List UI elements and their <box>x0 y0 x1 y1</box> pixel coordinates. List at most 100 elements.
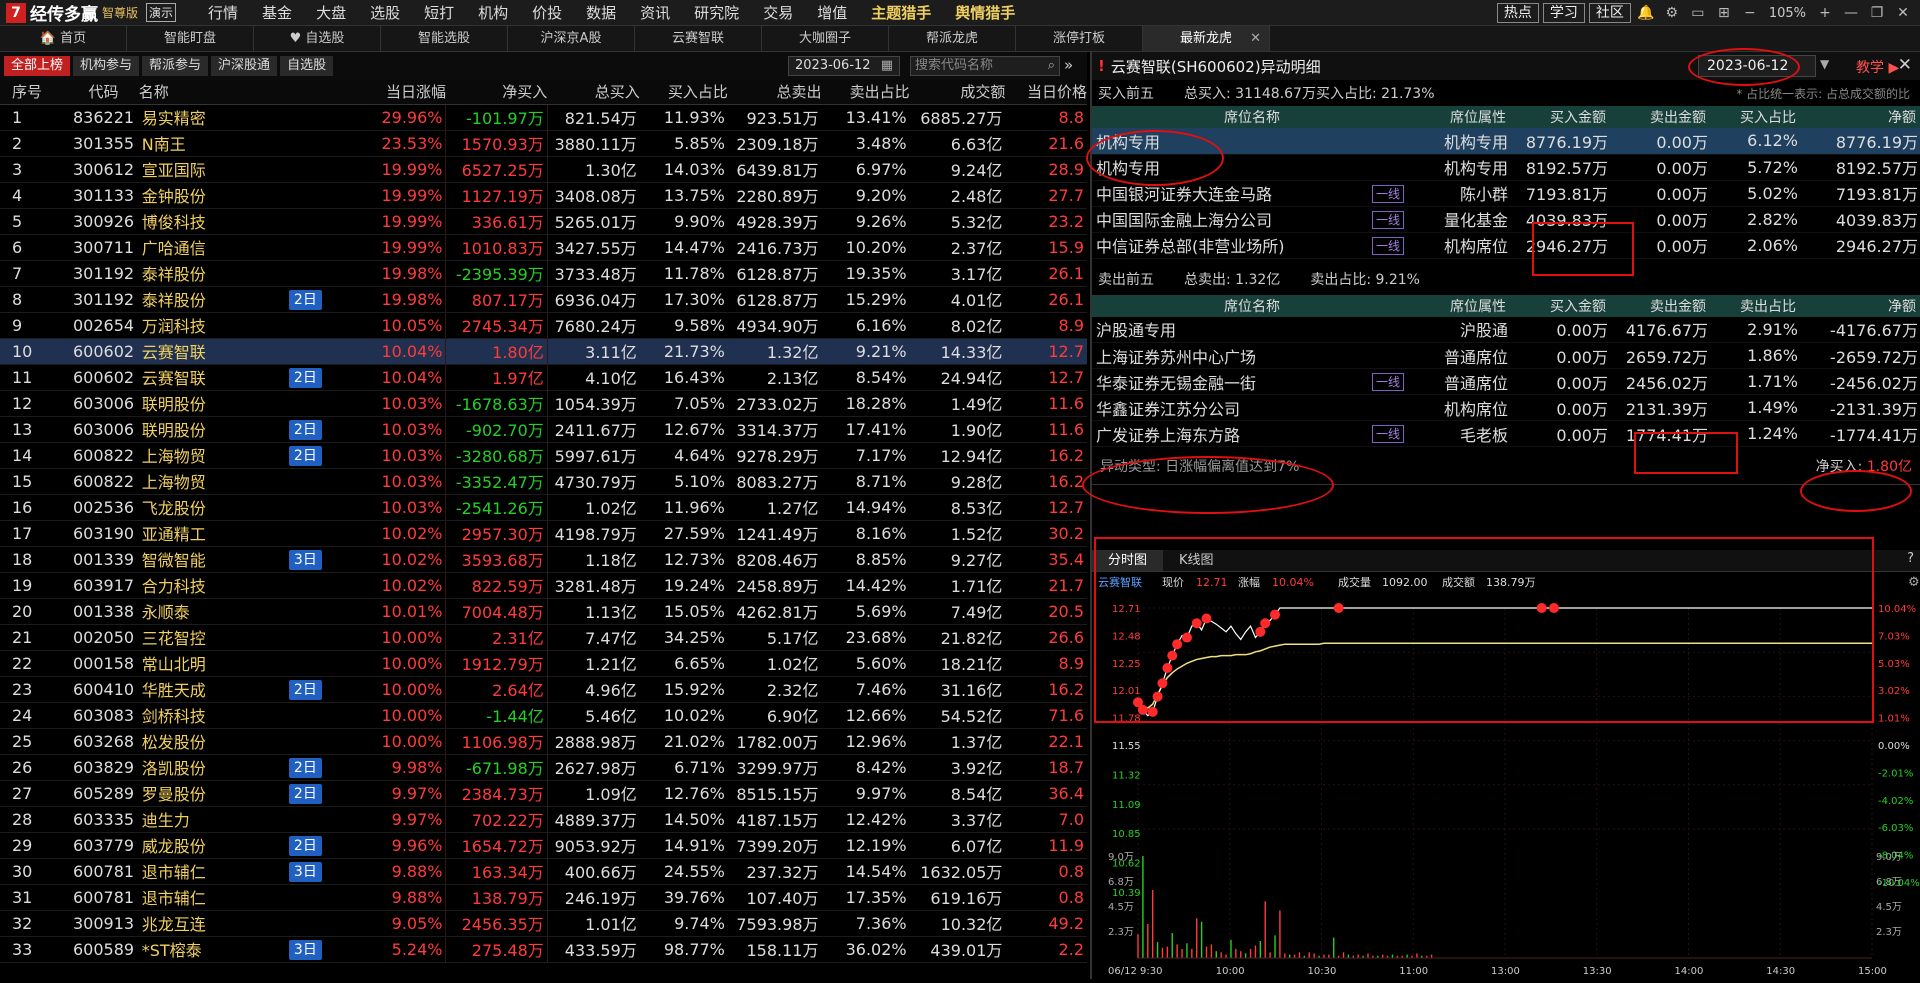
tab-kline[interactable]: K线图 <box>1163 550 1230 571</box>
filter-tab-0[interactable]: 全部上榜 <box>4 56 71 76</box>
minus-icon[interactable]: − <box>1739 5 1761 21</box>
list-search-input[interactable]: 搜索代码名称 ⌕ <box>910 56 1060 76</box>
close-icon[interactable]: ✕ <box>1250 26 1261 52</box>
seat-name[interactable]: 沪股通专用 <box>1092 316 1412 343</box>
menu-item-10[interactable]: 交易 <box>751 2 805 23</box>
stock-name[interactable]: *ST榕泰 <box>138 936 282 963</box>
stock-name[interactable]: 云赛智联 <box>138 364 282 391</box>
gear-icon[interactable]: ⚙ <box>1661 5 1683 21</box>
stock-name[interactable]: 智微智能 <box>138 546 282 573</box>
column-header[interactable]: 当日涨幅 <box>352 80 446 105</box>
table-row[interactable]: 24 603083 剑桥科技 10.00% -1.44亿 5.46亿 10.02% 6.90亿… <box>0 702 1087 729</box>
table-row[interactable]: 25 603268 松发股份 10.00% 1106.98万 2888.98万 21.02%… <box>0 728 1087 755</box>
column-header[interactable]: 当日价格 <box>1005 80 1087 105</box>
menu-item-2[interactable]: 大盘 <box>304 2 358 23</box>
stock-name[interactable]: 上海物贸 <box>138 442 282 469</box>
app-logo[interactable]: 7 经传多赢 智尊版 演示 <box>0 0 182 26</box>
calendar-icon[interactable]: ▦ <box>881 57 893 75</box>
table-row[interactable]: 19 603917 合力科技 10.02% 822.59万 3281.48万 19.24% 2… <box>0 572 1087 599</box>
hotspot-button[interactable]: 热点 <box>1496 3 1539 23</box>
close-icon[interactable]: ✕ <box>1898 55 1912 75</box>
stock-name[interactable]: 金钟股份 <box>138 182 282 209</box>
stock-name[interactable]: 兆龙互连 <box>138 910 282 937</box>
table-row[interactable]: 32 300913 兆龙互连 9.05% 2456.35万 1.01亿 9.74% 7593.… <box>0 910 1087 937</box>
stock-name[interactable]: 松发股份 <box>138 728 282 755</box>
detail-date-picker[interactable]: 2023-06-12 <box>1698 55 1816 77</box>
table-row[interactable]: 28 603335 迪生力 9.97% 702.22万 4889.37万 14.50% 418… <box>0 806 1087 833</box>
stock-name[interactable]: 联明股份 <box>138 416 282 443</box>
stock-name[interactable]: N南王 <box>138 130 282 157</box>
table-row[interactable]: 4 301133 金钟股份 19.99% 1127.19万 3408.08万 13.75% 2… <box>0 182 1087 209</box>
column-header[interactable]: 总卖出 <box>727 80 822 105</box>
stock-name[interactable]: 泰祥股份 <box>138 260 282 287</box>
days-badge[interactable]: 3日 <box>288 939 322 960</box>
seat-name[interactable]: 上海证券苏州中心广场 <box>1092 342 1412 369</box>
tab-9[interactable]: 最新龙虎 ✕ <box>1143 26 1270 51</box>
seat-name[interactable]: 中国国际金融上海分公司 一线 <box>1092 206 1412 233</box>
stock-name[interactable]: 飞龙股份 <box>138 494 282 521</box>
days-badge[interactable]: 2日 <box>288 757 322 778</box>
seat-name[interactable]: 华泰证券无锡金融一街 一线 <box>1092 368 1412 395</box>
menu-item-6[interactable]: 价投 <box>520 2 574 23</box>
stock-name[interactable]: 博俊科技 <box>138 208 282 235</box>
plus-icon[interactable]: + <box>1814 5 1836 21</box>
restore-icon[interactable]: ❐ <box>1866 5 1888 21</box>
seat-name[interactable]: 广发证券上海东方路 一线 <box>1092 420 1412 447</box>
teach-link[interactable]: 教学 ▶ <box>1856 57 1899 77</box>
table-row[interactable]: 20 001338 永顺泰 10.01% 7004.48万 1.13亿 15.05% 4262… <box>0 598 1087 625</box>
grid-icon[interactable]: ⊞ <box>1713 5 1735 21</box>
menu-item-5[interactable]: 机构 <box>466 2 520 23</box>
filter-tab-4[interactable]: 自选股 <box>280 56 334 76</box>
table-row[interactable]: 7 301192 泰祥股份 19.98% -2395.39万 3733.48万 11.78%… <box>0 260 1087 287</box>
days-badge[interactable]: 2日 <box>288 679 322 700</box>
seat-row[interactable]: 广发证券上海东方路 一线 毛老板 0.00万 1774.41万 1.24% -1774.41… <box>1092 420 1920 447</box>
table-row[interactable]: 8 301192 泰祥股份 2日 19.98% 807.17万 6936.04万 17.30%… <box>0 286 1087 313</box>
tab-4[interactable]: 沪深京A股 <box>508 26 635 51</box>
table-row[interactable]: 18 001339 智微智能 3日 10.02% 3593.68万 1.18亿 12.73% 8… <box>0 546 1087 573</box>
seat-row[interactable]: 华泰证券无锡金融一街 一线 普通席位 0.00万 2456.02万 1.71% -2456.… <box>1092 368 1920 395</box>
table-row[interactable]: 5 300926 博俊科技 19.99% 336.61万 5265.01万 9.90% 492… <box>0 208 1087 235</box>
filter-tab-1[interactable]: 机构参与 <box>73 56 140 76</box>
menu-item-13[interactable]: 舆情猎手 <box>943 2 1027 23</box>
column-header[interactable]: 买入占比 <box>639 80 728 105</box>
seat-row[interactable]: 中国银河证券大连金马路 一线 陈小群 7193.81万 0.00万 5.02% 7193.8… <box>1092 180 1920 207</box>
search-icon[interactable]: ⌕ <box>1048 57 1055 75</box>
seat-row[interactable]: 中国国际金融上海分公司 一线 量化基金 4039.83万 0.00万 2.82% 4039.… <box>1092 206 1920 233</box>
stock-name[interactable]: 易实精密 <box>138 104 282 131</box>
close-icon[interactable]: ✕ <box>1892 5 1914 21</box>
stock-name[interactable]: 罗曼股份 <box>138 780 282 807</box>
menu-item-0[interactable]: 行情 <box>196 2 250 23</box>
seat-row[interactable]: 上海证券苏州中心广场 普通席位 0.00万 2659.72万 1.86% -2659.72… <box>1092 342 1920 369</box>
table-row[interactable]: 26 603829 洛凯股份 2日 9.98% -671.98万 2627.98万 6.71%… <box>0 754 1087 781</box>
table-row[interactable]: 23 600410 华胜天成 2日 10.00% 2.64亿 4.96亿 15.92% 2.32… <box>0 676 1087 703</box>
days-badge[interactable]: 2日 <box>288 289 322 310</box>
stock-name[interactable]: 永顺泰 <box>138 598 282 625</box>
minimize-icon[interactable]: — <box>1840 5 1862 21</box>
stock-name[interactable]: 迪生力 <box>138 806 282 833</box>
menu-item-11[interactable]: 增值 <box>805 2 859 23</box>
menu-item-3[interactable]: 选股 <box>358 2 412 23</box>
table-row[interactable]: 31 600781 退市辅仁 9.88% 138.79万 246.19万 39.76% 107… <box>0 884 1087 911</box>
chevron-down-icon[interactable]: ▼ <box>1820 57 1829 71</box>
stock-name[interactable]: 三花智控 <box>138 624 282 651</box>
table-row[interactable]: 2 301355 N南王 23.53% 1570.93万 3880.11万 5.85% 230… <box>0 130 1087 157</box>
stock-name[interactable]: 联明股份 <box>138 390 282 417</box>
seat-name[interactable]: 中信证券总部(非营业场所) 一线 <box>1092 232 1412 259</box>
stock-name[interactable]: 广哈通信 <box>138 234 282 261</box>
menu-item-9[interactable]: 研究院 <box>682 2 751 23</box>
table-row[interactable]: 22 000158 常山北明 10.00% 1912.79万 1.21亿 6.65% 1.02… <box>0 650 1087 677</box>
table-row[interactable]: 3 300612 宣亚国际 19.99% 6527.25万 1.30亿 14.03% 6439… <box>0 156 1087 183</box>
window-icon[interactable]: ▭ <box>1687 5 1709 21</box>
stock-name[interactable]: 威龙股份 <box>138 832 282 859</box>
column-header[interactable]: 卖出占比 <box>821 80 910 105</box>
table-row[interactable]: 30 600781 退市辅仁 3日 9.88% 163.34万 400.66万 24.55% 2… <box>0 858 1087 885</box>
filter-tab-3[interactable]: 沪深股通 <box>211 56 278 76</box>
tab-8[interactable]: 涨停打板 <box>1016 26 1143 51</box>
stock-name[interactable]: 上海物贸 <box>138 468 282 495</box>
stock-name[interactable]: 合力科技 <box>138 572 282 599</box>
table-row[interactable]: 21 002050 三花智控 10.00% 2.31亿 7.47亿 34.25% 5.17亿 2… <box>0 624 1087 651</box>
table-row[interactable]: 15 600822 上海物贸 10.03% -3352.47万 4730.79万 5.10%… <box>0 468 1087 495</box>
seat-row[interactable]: 沪股通专用 沪股通 0.00万 4176.67万 2.91% -4176.67万 <box>1092 316 1920 343</box>
days-badge[interactable]: 2日 <box>288 783 322 804</box>
table-row[interactable]: 27 605289 罗曼股份 2日 9.97% 2384.73万 1.09亿 12.76% 85… <box>0 780 1087 807</box>
